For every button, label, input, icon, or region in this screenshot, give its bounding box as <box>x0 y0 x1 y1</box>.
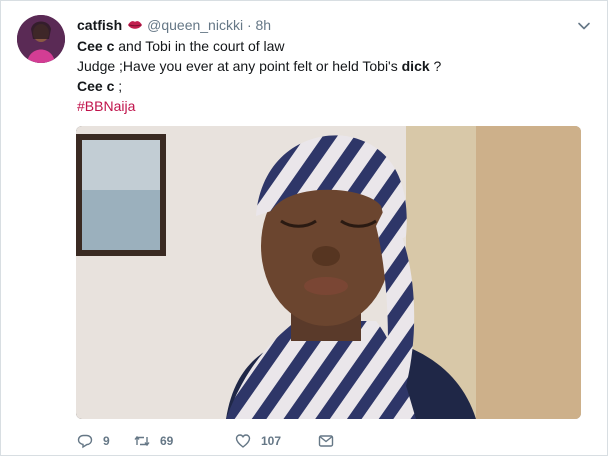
text: ; <box>114 78 123 94</box>
reply-icon <box>77 434 93 449</box>
lips-icon <box>127 15 143 29</box>
like-count: 107 <box>261 434 282 448</box>
tweet-card: catfish @queen_nickki · 8h Cee c and Tobi… <box>0 0 608 456</box>
reply-count: 9 <box>103 434 110 448</box>
chevron-down-icon[interactable] <box>577 19 591 33</box>
hashtag-link[interactable]: #BBNaija <box>77 98 135 114</box>
tweet-header: catfish @queen_nickki · 8h <box>77 14 567 36</box>
separator-dot: · <box>246 17 252 33</box>
envelope-icon <box>318 435 334 447</box>
media-image[interactable] <box>76 126 581 419</box>
tweet-line-1: Cee c and Tobi in the court of law <box>77 36 577 56</box>
bold-text: Cee c <box>77 78 115 94</box>
user-handle[interactable]: @queen_nickki <box>147 17 243 33</box>
timestamp[interactable]: 8h <box>256 17 272 33</box>
retweet-icon <box>134 435 150 447</box>
avatar[interactable] <box>17 15 65 63</box>
direct-message-button[interactable] <box>318 430 344 452</box>
tweet-actions: 9 69 107 <box>77 430 477 452</box>
avatar-image <box>17 15 65 63</box>
like-button[interactable]: 107 <box>235 430 281 452</box>
retweet-button[interactable]: 69 <box>134 430 173 452</box>
tweet-line-3: Cee c ; <box>77 76 577 96</box>
reply-button[interactable]: 9 <box>77 430 110 452</box>
heart-icon <box>235 434 251 448</box>
retweet-count: 69 <box>160 434 174 448</box>
video-still <box>76 126 581 419</box>
bold-text: dick <box>401 58 430 74</box>
display-name[interactable]: catfish <box>77 17 122 33</box>
text: and Tobi in the court of law <box>114 38 285 54</box>
tweet-text: Cee c and Tobi in the court of law Judge… <box>77 36 577 116</box>
tweet-line-4: #BBNaija <box>77 96 577 116</box>
text: Judge ;Have you ever at any point felt o… <box>77 58 402 74</box>
text: ? <box>429 58 442 74</box>
tweet-line-2: Judge ;Have you ever at any point felt o… <box>77 56 577 76</box>
bold-text: Cee c <box>77 38 115 54</box>
